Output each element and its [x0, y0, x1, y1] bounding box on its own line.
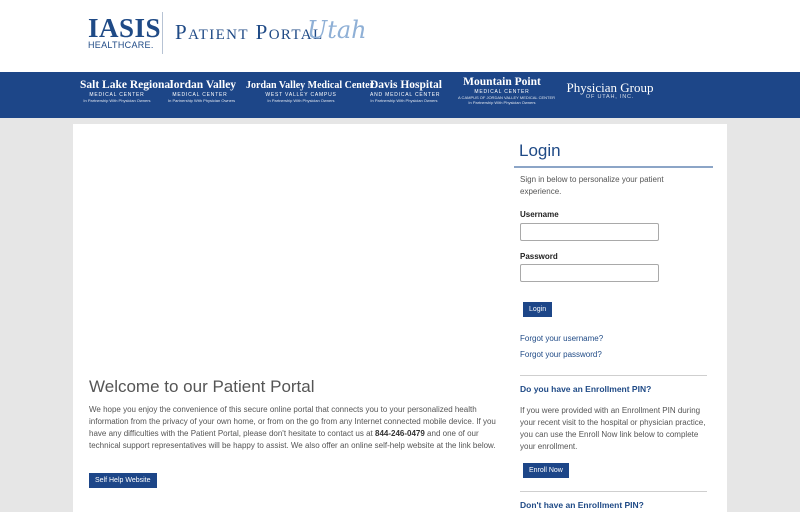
hospital-name: Davis Hospital	[370, 79, 442, 91]
hospital-tag: In Partnership With Physician Owners	[267, 98, 335, 103]
forgot-username-link[interactable]: Forgot your username?	[520, 334, 603, 343]
username-label: Username	[520, 210, 559, 219]
no-enrollment-pin-heading: Don't have an Enrollment PIN?	[520, 500, 644, 510]
username-input[interactable]	[520, 223, 659, 241]
enrollment-pin-body: If you were provided with an Enrollment …	[520, 406, 706, 451]
portal-title: Patient Portal	[175, 20, 324, 44]
hospital-logo-mountain-point[interactable]: Mountain Point MEDICAL CENTER A CAMPUS O…	[458, 76, 555, 105]
welcome-body: We hope you enjoy the convenience of thi…	[89, 404, 501, 452]
portal-state: Utah	[307, 16, 367, 44]
hospital-sub: OF UTAH, INC.	[585, 94, 635, 100]
hospital-name: Salt Lake Regional	[80, 79, 174, 91]
login-title: Login	[519, 141, 561, 160]
site-header: IASIS HEALTHCARE. Patient Portal Utah	[0, 0, 800, 72]
logo-sub-text: HEALTHCARE.	[88, 40, 154, 50]
hospital-logo-jordan-valley-west[interactable]: Jordan Valley Medical Center WEST VALLEY…	[246, 79, 375, 103]
hospital-tag: In Partnership With Physician Owners	[370, 98, 438, 103]
hospital-logo-jordan-valley[interactable]: Jordan Valley MEDICAL CENTER In Partners…	[168, 79, 237, 103]
logo-main-text: IASIS	[88, 13, 162, 43]
hospital-banner: Salt Lake Regional MEDICAL CENTER In Par…	[0, 72, 800, 118]
hospital-name: Jordan Valley	[168, 79, 237, 91]
enrollment-pin-heading: Do you have an Enrollment PIN?	[520, 384, 652, 394]
hospital-logo-physician-group[interactable]: Physician Group OF UTAH, INC.	[566, 81, 654, 100]
hospital-name: Physician Group	[566, 80, 654, 95]
main-panel: Welcome to our Patient Portal We hope yo…	[73, 124, 727, 512]
welcome-title: Welcome to our Patient Portal	[89, 377, 315, 396]
login-button[interactable]: Login	[523, 302, 553, 317]
forgot-password-link[interactable]: Forgot your password?	[520, 350, 602, 359]
hospital-name: Mountain Point	[463, 76, 541, 88]
no-pin-divider	[520, 491, 707, 492]
hospital-tag-2: In Partnership With Physician Owners	[468, 100, 536, 105]
password-input[interactable]	[520, 264, 659, 282]
hospital-name: Jordan Valley Medical Center	[246, 80, 375, 91]
header-divider	[162, 12, 163, 54]
enroll-now-button[interactable]: Enroll Now	[523, 463, 569, 478]
hospital-logo-salt-lake-regional[interactable]: Salt Lake Regional MEDICAL CENTER In Par…	[80, 79, 174, 103]
enrollment-divider	[520, 375, 707, 376]
password-label: Password	[520, 252, 558, 261]
hospital-logo-davis[interactable]: Davis Hospital AND MEDICAL CENTER In Par…	[370, 79, 442, 103]
login-intro: Sign in below to personalize your patien…	[520, 175, 664, 196]
hospital-tag: In Partnership With Physician Owners	[83, 98, 151, 103]
hospital-tag: In Partnership With Physician Owners	[168, 98, 236, 103]
support-phone: 844-246-0479	[375, 429, 425, 438]
login-divider	[514, 166, 713, 168]
self-help-website-button[interactable]: Self Help Website	[89, 473, 157, 488]
iasis-healthcare-logo[interactable]: IASIS HEALTHCARE.	[88, 13, 162, 51]
